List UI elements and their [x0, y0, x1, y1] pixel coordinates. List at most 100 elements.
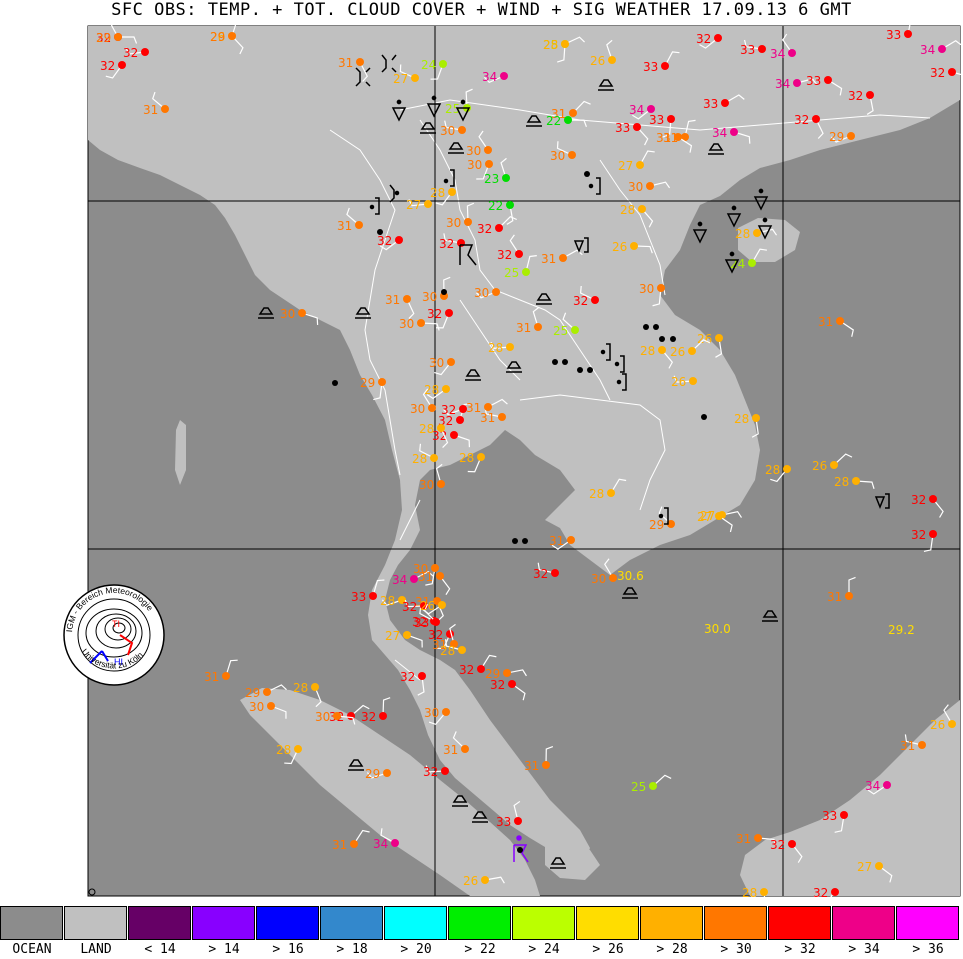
- station-temperature: 31: [443, 743, 458, 757]
- station-temperature: 27: [618, 159, 633, 173]
- station-temperature: 26: [612, 240, 627, 254]
- weather-map: 32 2625 3233 3433343231 24342726 3334 33323232…: [87, 16, 963, 906]
- station-temperature: 30: [628, 180, 643, 194]
- station-temperature: 31: [337, 219, 352, 233]
- cloud-cover-dot: [438, 601, 446, 609]
- legend-swatch: [0, 906, 63, 940]
- station-temperature: 28: [742, 886, 757, 900]
- station-temperature: 30: [422, 290, 437, 304]
- station-temperature: 30: [639, 282, 654, 296]
- station-temperature: 24: [730, 257, 745, 271]
- station-temperature: 32: [848, 89, 863, 103]
- cloud-cover-dot: [355, 221, 363, 229]
- cloud-cover-dot: [730, 128, 738, 136]
- cloud-cover-dot: [506, 343, 514, 351]
- legend-label: > 20: [400, 942, 432, 957]
- cloud-cover-dot: [753, 229, 761, 237]
- cloud-cover-dot: [522, 268, 530, 276]
- cloud-cover-dot: [118, 61, 126, 69]
- cloud-cover-dot: [715, 334, 723, 342]
- station-temperature: 28: [765, 463, 780, 477]
- cloud-cover-dot: [461, 745, 469, 753]
- station-temperature: 28: [459, 451, 474, 465]
- station-temperature: 29: [649, 518, 664, 532]
- station-temperature: 31: [143, 103, 158, 117]
- cloud-cover-dot: [609, 574, 617, 582]
- cloud-cover-dot: [667, 115, 675, 123]
- cloud-cover-dot: [445, 309, 453, 317]
- cloud-cover-dot: [564, 116, 572, 124]
- cloud-cover-dot: [417, 319, 425, 327]
- station-temperature: 32: [490, 678, 505, 692]
- station-temperature: 32: [911, 528, 926, 542]
- cloud-cover-dot: [464, 218, 472, 226]
- cloud-cover-dot: [436, 572, 444, 580]
- cloud-cover-dot: [788, 840, 796, 848]
- cloud-cover-dot: [883, 781, 891, 789]
- station-temperature: 32: [497, 248, 512, 262]
- cloud-cover-dot: [498, 413, 506, 421]
- station-temperature: 30: [474, 286, 489, 300]
- station-temperature: 30: [399, 317, 414, 331]
- station-temperature: 33: [886, 28, 901, 42]
- cloud-cover-dot: [715, 512, 723, 520]
- cloud-cover-dot: [500, 72, 508, 80]
- station-temperature: 22: [488, 199, 503, 213]
- sst-value: 30.6: [617, 569, 644, 583]
- cloud-cover-dot: [830, 461, 838, 469]
- cloud-cover-dot: [403, 295, 411, 303]
- station-temperature: 28: [735, 227, 750, 241]
- cloud-cover-dot: [534, 323, 542, 331]
- legend-swatch: [128, 906, 191, 940]
- cloud-cover-dot: [403, 631, 411, 639]
- legend-swatch: [256, 906, 319, 940]
- legend-swatch: [64, 906, 127, 940]
- cloud-cover-dot: [847, 132, 855, 140]
- cloud-cover-dot: [502, 174, 510, 182]
- station-temperature: 27: [697, 510, 712, 524]
- station-temperature: 30: [424, 706, 439, 720]
- cloud-cover-dot: [591, 296, 599, 304]
- station-temperature: 32: [377, 234, 392, 248]
- station-temperature: 28: [640, 344, 655, 358]
- station-temperature: 28: [276, 743, 291, 757]
- station-temperature: 30: [440, 124, 455, 138]
- station-temperature: 28: [430, 186, 445, 200]
- cloud-cover-dot: [437, 480, 445, 488]
- station-temperature: 34: [865, 779, 880, 793]
- station-temperature: 30: [467, 158, 482, 172]
- cloud-cover-dot: [758, 45, 766, 53]
- cloud-cover-dot: [929, 495, 937, 503]
- cloud-cover-dot: [441, 767, 449, 775]
- cloud-cover-dot: [458, 646, 466, 654]
- station-temperature: 31: [818, 315, 833, 329]
- legend-swatch: [512, 906, 575, 940]
- station-temperature: 28: [620, 203, 635, 217]
- legend-label: > 26: [592, 942, 624, 957]
- cloud-cover-dot: [561, 40, 569, 48]
- station-temperature: 27: [406, 198, 421, 212]
- station-obs: 28: [742, 886, 768, 906]
- cloud-cover-dot: [661, 62, 669, 70]
- cloud-cover-dot: [559, 254, 567, 262]
- station-temperature: 32: [911, 493, 926, 507]
- station-temperature: 32: [794, 113, 809, 127]
- cloud-cover-dot: [294, 745, 302, 753]
- station-temperature: 30: [413, 562, 428, 576]
- station-temperature: 32: [423, 765, 438, 779]
- cloud-cover-dot: [929, 530, 937, 538]
- cloud-cover-dot: [748, 259, 756, 267]
- cloud-cover-dot: [752, 414, 760, 422]
- station-temperature: 30: [466, 144, 481, 158]
- legend-label: > 24: [528, 942, 560, 957]
- station-temperature: 31: [524, 759, 539, 773]
- station-temperature: 27: [857, 860, 872, 874]
- cloud-cover-dot: [571, 326, 579, 334]
- station-temperature: 29: [245, 686, 260, 700]
- cloud-cover-dot: [607, 489, 615, 497]
- cloud-cover-dot: [568, 151, 576, 159]
- station-temperature: 31: [516, 321, 531, 335]
- cloud-cover-dot: [633, 123, 641, 131]
- legend-swatch: [448, 906, 511, 940]
- station-temperature: 33: [740, 43, 755, 57]
